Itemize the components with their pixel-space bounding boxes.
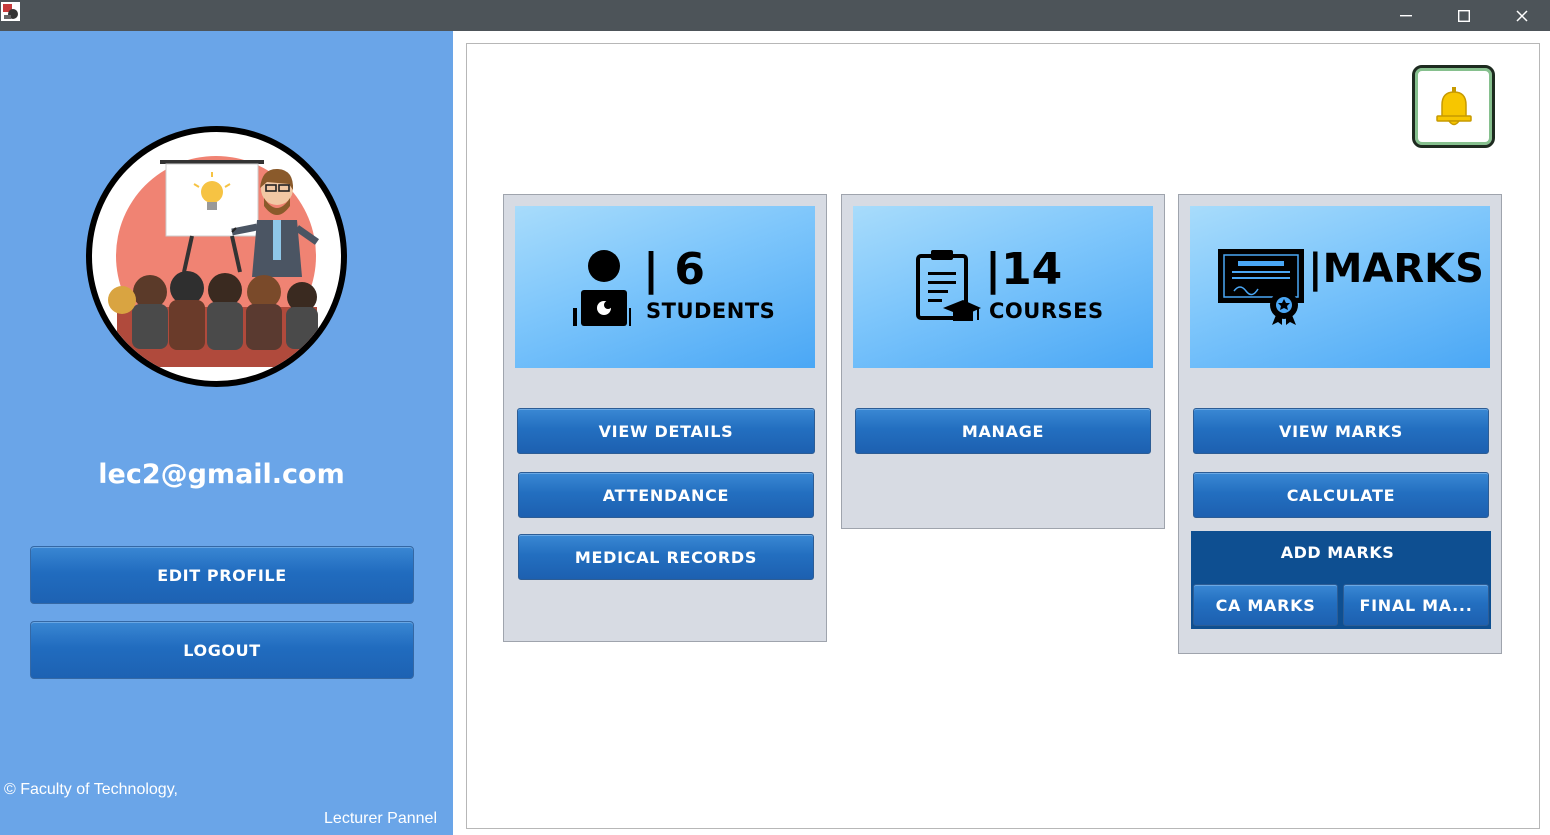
view-details-button[interactable]: VIEW DETAILS <box>517 408 815 454</box>
footer-panel-label: Lecturer Pannel <box>324 810 437 827</box>
marks-card: |MARKS VIEW MARKS CALCULATE ADD MARKS CA… <box>1178 194 1502 654</box>
minimize-icon <box>1400 14 1412 16</box>
notifications-button[interactable] <box>1412 65 1495 148</box>
maximize-button[interactable] <box>1435 0 1493 31</box>
close-icon <box>1516 9 1528 22</box>
bell-icon <box>1435 86 1472 125</box>
footer-copyright: © Faculty of Technology, <box>4 781 178 798</box>
app-icon <box>1 2 20 21</box>
maximize-icon <box>1458 9 1470 22</box>
ca-marks-button[interactable]: CA MARKS <box>1193 584 1338 626</box>
courses-card: |14 COURSES MANAGE <box>841 194 1165 529</box>
students-hero: | 6 STUDENTS <box>515 206 815 368</box>
certificate-icon <box>1218 249 1304 325</box>
manage-courses-button[interactable]: MANAGE <box>855 408 1151 454</box>
calculate-button[interactable]: CALCULATE <box>1193 472 1489 518</box>
user-email: lec2@gmail.com <box>98 459 345 490</box>
minimize-button[interactable] <box>1377 0 1435 31</box>
courses-hero: |14 COURSES <box>853 206 1153 368</box>
clipboard-graduation-icon <box>916 250 981 321</box>
main-panel: | 6 STUDENTS VIEW DETAILS ATTENDANCE MED… <box>466 43 1540 829</box>
medical-records-button[interactable]: MEDICAL RECORDS <box>518 534 814 580</box>
courses-count: |14 <box>985 244 1063 295</box>
view-marks-button[interactable]: VIEW MARKS <box>1193 408 1489 454</box>
students-count: | 6 <box>643 244 706 295</box>
avatar <box>86 126 347 387</box>
attendance-button[interactable]: ATTENDANCE <box>518 472 814 518</box>
final-marks-button[interactable]: FINAL MA... <box>1343 584 1489 626</box>
students-label: STUDENTS <box>646 299 776 323</box>
add-marks-title: ADD MARKS <box>1280 543 1395 562</box>
students-card: | 6 STUDENTS VIEW DETAILS ATTENDANCE MED… <box>503 194 827 642</box>
logout-button[interactable]: LOGOUT <box>30 621 414 679</box>
student-laptop-icon <box>573 250 631 326</box>
add-marks-panel: ADD MARKS CA MARKS FINAL MA... <box>1191 531 1491 629</box>
marks-label: |MARKS <box>1308 246 1484 292</box>
close-button[interactable] <box>1493 0 1550 31</box>
edit-profile-button[interactable]: EDIT PROFILE <box>30 546 414 604</box>
window-titlebar <box>0 0 1550 31</box>
sidebar: lec2@gmail.com EDIT PROFILE LOGOUT © Fac… <box>0 31 453 835</box>
lecturer-presentation-icon <box>108 156 320 367</box>
courses-label: COURSES <box>989 299 1104 323</box>
marks-hero: |MARKS <box>1190 206 1490 368</box>
